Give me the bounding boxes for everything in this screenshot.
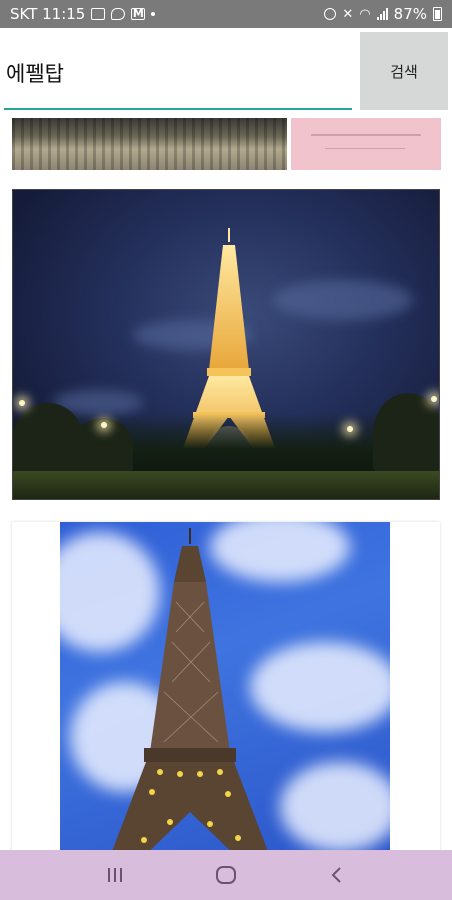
alarm-icon [324,8,337,20]
home-button[interactable] [206,855,246,895]
mail-icon: M [131,7,146,20]
wifi-icon: ◠ [359,6,371,22]
battery-icon [433,7,442,21]
back-icon [331,867,341,883]
result-photo-eiffel-night[interactable] [12,189,440,500]
signal-icon [376,8,388,20]
search-button[interactable]: 검색 [360,32,448,110]
status-right: ✕ ◠ 87% [324,5,442,23]
street-lamp [101,422,107,428]
tree [373,393,439,473]
recent-apps-button[interactable] [95,855,135,895]
result-thumbnail-pink-card[interactable] [291,118,441,170]
lawn [13,471,439,499]
search-input[interactable] [4,38,352,110]
mute-icon: ✕ [342,6,354,22]
gallery-icon [91,8,106,20]
card-decoration [325,148,405,149]
result-thumbnail-crowd[interactable] [12,118,287,170]
results-list[interactable] [0,114,452,850]
street-lamp [347,426,353,432]
back-button[interactable] [317,855,357,895]
street-lamp [19,400,25,406]
status-left: SKT 11:15 M [10,5,156,23]
home-icon [215,866,236,884]
more-notifications-icon [151,12,156,16]
carrier-time: SKT 11:15 [10,5,86,23]
result-photo-eiffel-day[interactable] [60,522,390,850]
street-lamp [431,396,437,402]
card-decoration [311,134,421,136]
navigation-bar [0,850,452,900]
eiffel-tower-icon [112,528,268,850]
status-bar: SKT 11:15 M ✕ ◠ 87% [0,0,452,28]
battery-percent: 87% [393,5,427,23]
message-icon [111,8,126,20]
recent-apps-icon [108,868,123,882]
